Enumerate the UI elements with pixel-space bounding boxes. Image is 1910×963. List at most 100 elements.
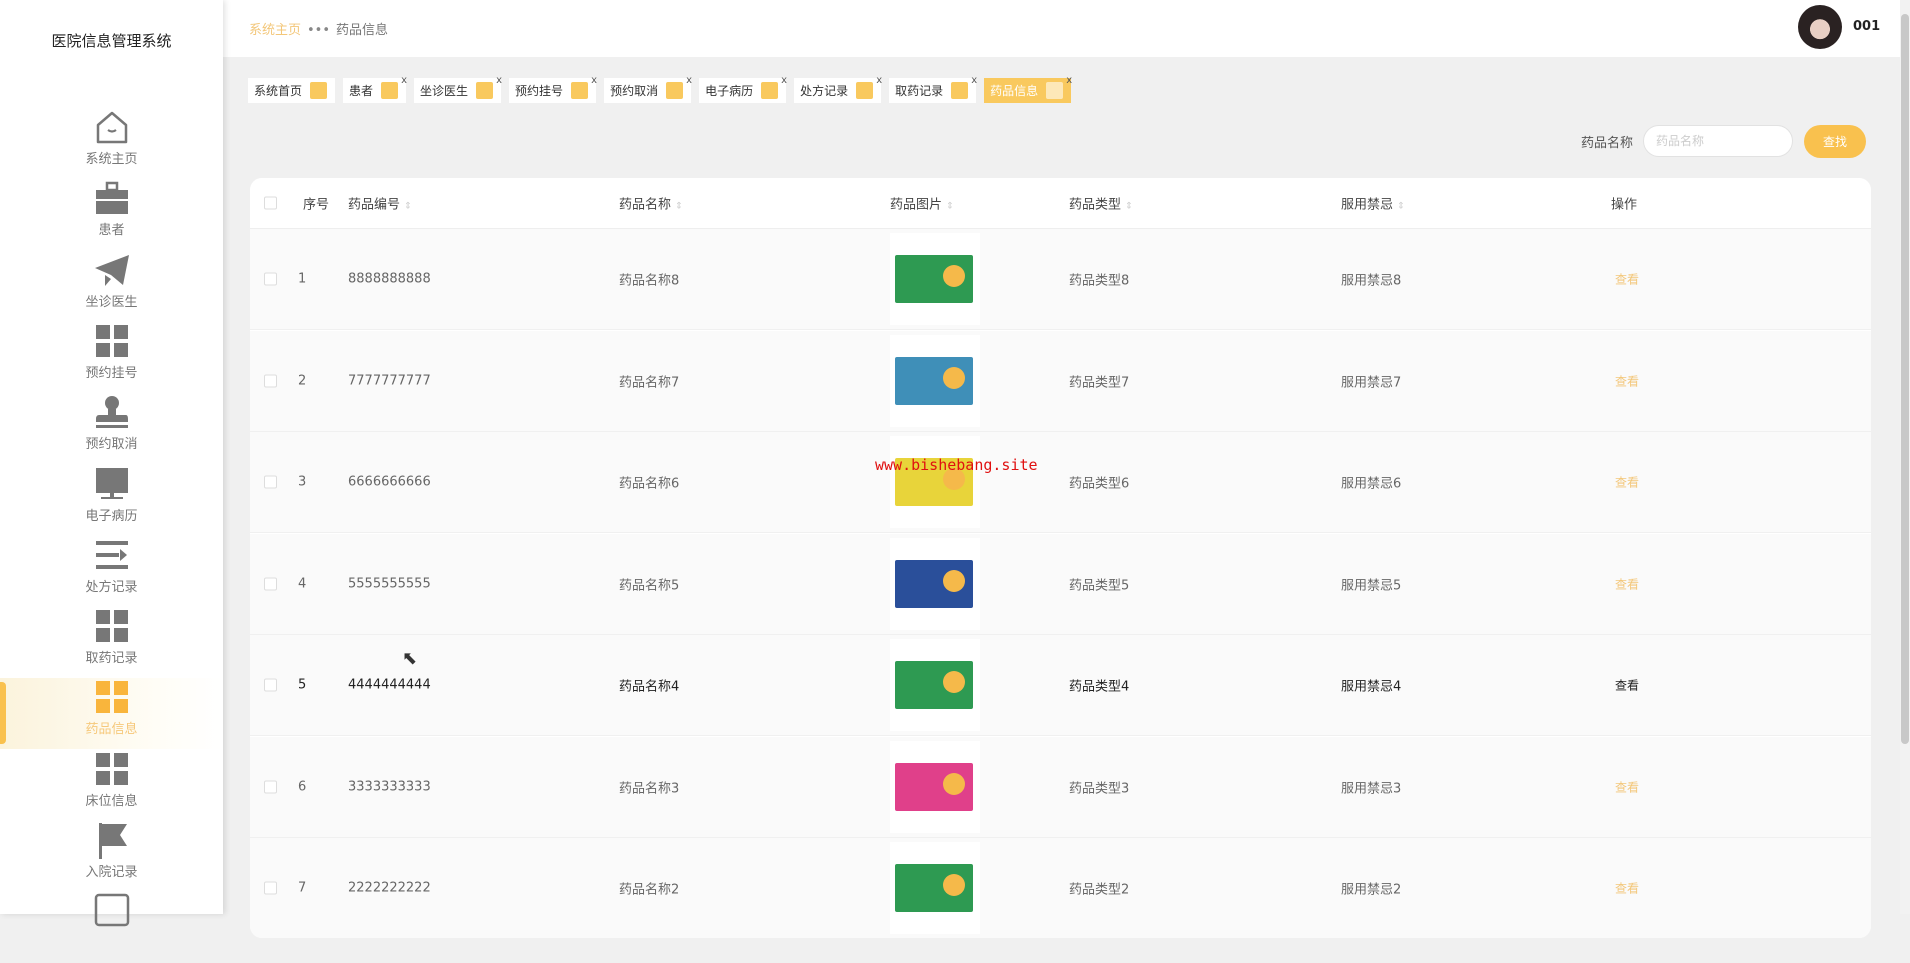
medicine-image[interactable] bbox=[890, 639, 980, 731]
tab-2[interactable]: 坐诊医生 x bbox=[414, 75, 502, 103]
tab-icon bbox=[310, 82, 328, 99]
medicine-type: 药品类型4 bbox=[1069, 679, 1130, 695]
row-checkbox[interactable] bbox=[264, 881, 277, 895]
sidebar-item-4[interactable]: 预约取消 bbox=[0, 393, 223, 464]
view-button[interactable]: 查看 bbox=[1615, 880, 1639, 897]
tab-1[interactable]: 患者 x bbox=[343, 75, 407, 103]
column-type[interactable]: 药品类型 ⇕ bbox=[1069, 194, 1133, 213]
tab-icon bbox=[666, 82, 684, 99]
medicine-image[interactable] bbox=[890, 233, 980, 325]
tab-close-icon[interactable]: x bbox=[591, 75, 597, 86]
row-index: 2 bbox=[298, 373, 307, 388]
table-row[interactable]: 4 5555555555 药品名称5 药品类型5 服用禁忌5 查看 bbox=[250, 533, 1871, 635]
view-button[interactable]: 查看 bbox=[1615, 271, 1639, 288]
medicine-name: 药品名称7 bbox=[619, 375, 680, 390]
medicine-image[interactable] bbox=[890, 842, 980, 934]
column-name[interactable]: 药品名称 ⇕ bbox=[619, 194, 683, 213]
view-button[interactable]: 查看 bbox=[1615, 474, 1639, 491]
search-input[interactable] bbox=[1643, 125, 1793, 157]
table-row[interactable]: 7 2222222222 药品名称2 药品类型2 服用禁忌2 查看 bbox=[250, 838, 1871, 938]
sidebar-item-3[interactable]: 预约挂号 bbox=[0, 322, 223, 393]
medicine-image[interactable] bbox=[890, 334, 980, 427]
tab-close-icon[interactable]: x bbox=[401, 75, 407, 86]
tab-5[interactable]: 电子病历 x bbox=[699, 75, 787, 103]
sidebar-item-label: 预约挂号 bbox=[85, 365, 138, 381]
medicine-code: 7777777777 bbox=[348, 373, 431, 388]
column-taboo[interactable]: 服用禁忌 ⇕ bbox=[1341, 194, 1405, 213]
sidebar-item-11[interactable] bbox=[0, 892, 223, 963]
row-checkbox[interactable] bbox=[264, 678, 277, 692]
tab-close-icon[interactable]: x bbox=[686, 75, 692, 86]
tab-4[interactable]: 预约取消 x bbox=[604, 75, 692, 103]
medicine-code: 4444444444 bbox=[348, 677, 431, 693]
sidebar-item-0[interactable]: 系统主页 bbox=[0, 108, 223, 179]
medicine-image[interactable] bbox=[890, 436, 980, 528]
table-row[interactable]: 3 6666666666 药品名称6 药品类型6 服用禁忌6 查看 bbox=[250, 432, 1871, 533]
search-button[interactable]: 查找 bbox=[1804, 125, 1866, 158]
view-button[interactable]: 查看 bbox=[1615, 372, 1639, 389]
column-image[interactable]: 药品图片 ⇕ bbox=[890, 194, 954, 213]
medicine-image[interactable] bbox=[890, 537, 980, 630]
sidebar-item-1[interactable]: 患者 bbox=[0, 179, 223, 250]
view-button[interactable]: 查看 bbox=[1615, 677, 1639, 694]
tab-icon bbox=[571, 82, 589, 99]
breadcrumb-home[interactable]: 系统主页 bbox=[249, 23, 301, 38]
username[interactable]: 001 bbox=[1853, 19, 1880, 34]
row-checkbox[interactable] bbox=[264, 577, 277, 590]
tab-icon bbox=[761, 82, 779, 99]
sidebar-item-label: 预约取消 bbox=[85, 437, 138, 453]
view-button[interactable]: 查看 bbox=[1615, 778, 1639, 795]
tab-close-icon[interactable]: x bbox=[876, 75, 882, 86]
tab-bar: 系统首页 患者 x 坐诊医生 x 预约挂号 x 预约取消 x 电子病历 x 处方记录 x 取药记录 x 药品信… bbox=[248, 75, 1072, 103]
view-button[interactable]: 查看 bbox=[1615, 575, 1639, 592]
medicine-image[interactable] bbox=[890, 740, 980, 833]
medicine-code: 6666666666 bbox=[348, 474, 431, 490]
sidebar-item-5[interactable]: 电子病历 bbox=[0, 465, 223, 536]
medicine-package-image bbox=[895, 255, 973, 303]
table-row[interactable]: 1 8888888888 药品名称8 药品类型8 服用禁忌8 查看 bbox=[250, 229, 1871, 330]
tab-7[interactable]: 取药记录 x bbox=[889, 75, 977, 103]
sidebar-item-label: 床位信息 bbox=[85, 793, 138, 809]
column-code[interactable]: 药品编号 ⇕ bbox=[348, 194, 412, 213]
sort-icon[interactable]: ⇕ bbox=[946, 202, 954, 212]
avatar[interactable] bbox=[1798, 5, 1842, 49]
medicine-code: 8888888888 bbox=[348, 271, 431, 287]
sidebar-item-8[interactable]: 药品信息 bbox=[0, 678, 223, 750]
row-checkbox[interactable] bbox=[264, 272, 277, 286]
table-row[interactable]: 2 7777777777 药品名称7 药品类型7 服用禁忌7 查看 bbox=[250, 330, 1871, 432]
grid-icon bbox=[93, 322, 131, 360]
tab-6[interactable]: 处方记录 x bbox=[794, 75, 882, 103]
select-all-checkbox[interactable] bbox=[264, 196, 277, 210]
medicine-package-image bbox=[895, 762, 973, 811]
scrollbar-thumb[interactable] bbox=[1901, 14, 1909, 744]
scrollbar[interactable] bbox=[1900, 0, 1910, 914]
medicine-type: 药品类型8 bbox=[1069, 273, 1130, 289]
medicine-code: 2222222222 bbox=[348, 880, 431, 896]
sidebar-item-10[interactable]: 入院记录 bbox=[0, 821, 223, 892]
tab-close-icon[interactable]: x bbox=[1066, 75, 1072, 86]
monitor-icon bbox=[93, 465, 131, 503]
sort-icon[interactable]: ⇕ bbox=[404, 202, 412, 212]
tab-label: 预约取消 bbox=[610, 84, 659, 98]
sidebar-item-6[interactable]: 处方记录 bbox=[0, 536, 223, 607]
sort-icon[interactable]: ⇕ bbox=[1125, 202, 1133, 212]
sort-icon[interactable]: ⇕ bbox=[1397, 202, 1405, 212]
column-label: 药品编号 bbox=[348, 197, 401, 213]
sidebar-item-2[interactable]: 坐诊医生 bbox=[0, 251, 223, 322]
row-checkbox[interactable] bbox=[264, 475, 277, 489]
sidebar-item-9[interactable]: 床位信息 bbox=[0, 750, 223, 821]
sidebar-item-7[interactable]: 取药记录 bbox=[0, 607, 223, 678]
tab-0[interactable]: 系统首页 bbox=[248, 78, 336, 103]
tab-3[interactable]: 预约挂号 x bbox=[509, 75, 597, 103]
sidebar-item-label: 患者 bbox=[98, 223, 125, 239]
row-checkbox[interactable] bbox=[264, 780, 277, 793]
row-checkbox[interactable] bbox=[264, 374, 277, 387]
tab-close-icon[interactable]: x bbox=[496, 75, 502, 86]
row-index: 5 bbox=[298, 677, 307, 693]
table-row[interactable]: 6 3333333333 药品名称3 药品类型3 服用禁忌3 查看 bbox=[250, 736, 1871, 838]
tab-close-icon[interactable]: x bbox=[781, 75, 787, 86]
table-row[interactable]: 5 4444444444 药品名称4 药品类型4 服用禁忌4 查看 bbox=[250, 635, 1871, 736]
sort-icon[interactable]: ⇕ bbox=[675, 202, 683, 212]
tab-8[interactable]: 药品信息 x bbox=[984, 75, 1072, 103]
tab-close-icon[interactable]: x bbox=[971, 75, 977, 86]
